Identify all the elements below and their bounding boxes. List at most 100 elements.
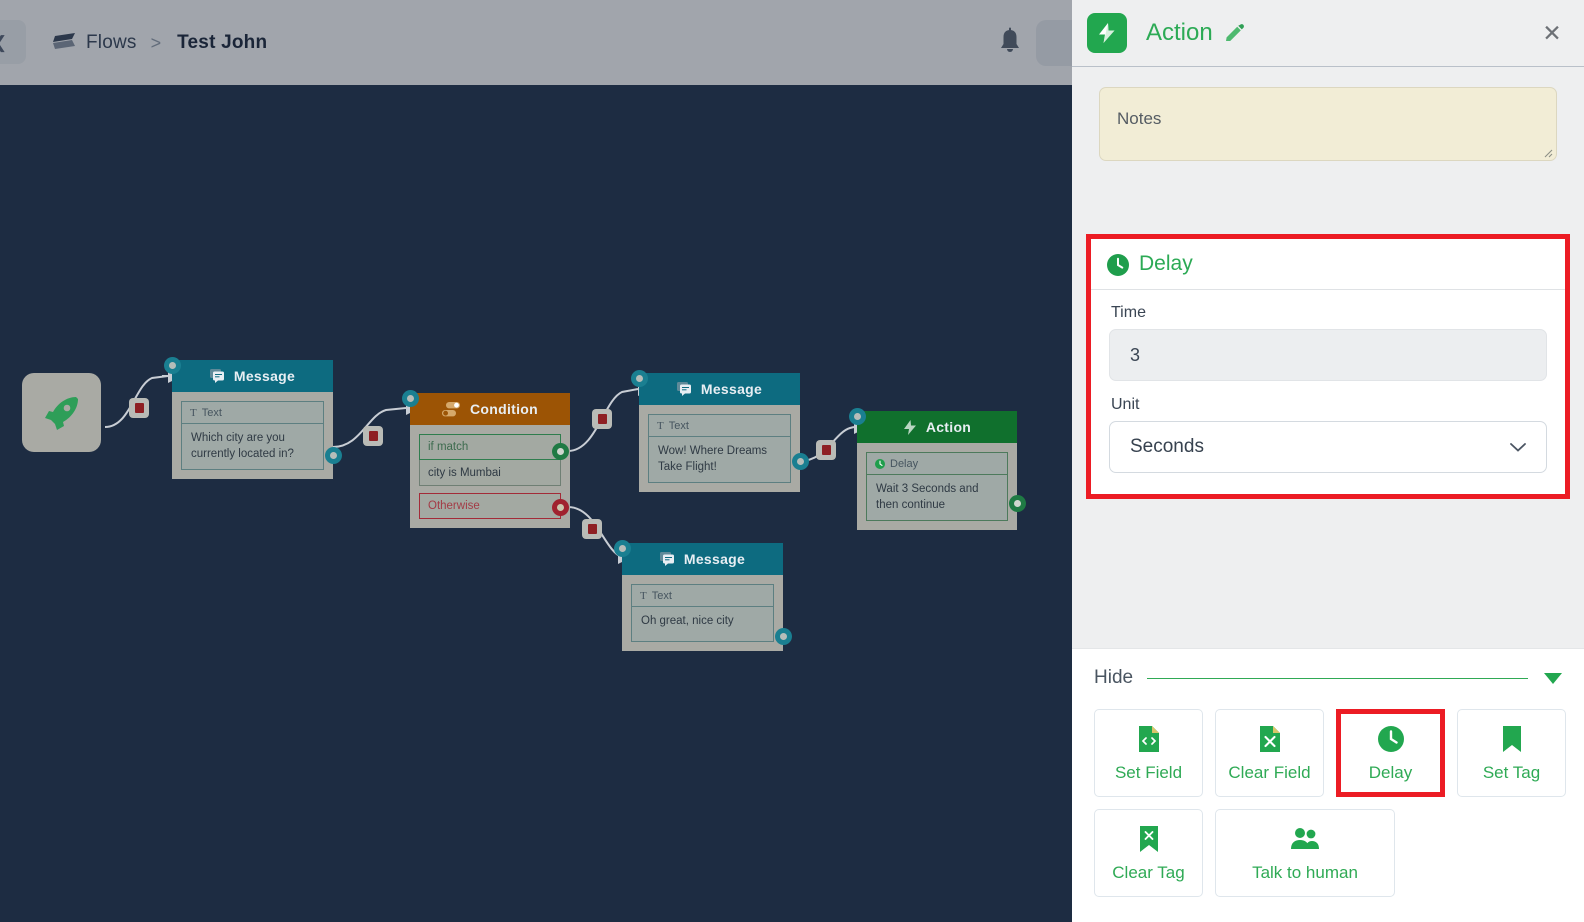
trash-icon: [821, 445, 831, 455]
node-output-port[interactable]: [1009, 495, 1026, 512]
flow-logo-icon: [52, 31, 78, 53]
time-input[interactable]: 3: [1109, 329, 1547, 381]
node-input-port[interactable]: [614, 540, 631, 557]
edge-delete-button[interactable]: [582, 519, 602, 539]
node-field-label: Text: [201, 406, 222, 419]
text-icon: T: [657, 419, 664, 432]
breadcrumb: Flows > Test John: [86, 29, 267, 57]
close-button[interactable]: ✕: [1538, 19, 1566, 47]
node-title: Message: [233, 368, 296, 384]
edge-delete-button[interactable]: [816, 440, 836, 460]
condition-output-port-match[interactable]: [552, 443, 569, 460]
node-output-port[interactable]: [792, 453, 809, 470]
clock-icon: [875, 458, 885, 469]
node-field-label-row: Delay: [867, 453, 1007, 475]
notes-textarea[interactable]: Notes: [1099, 87, 1557, 161]
rocket-icon: [44, 396, 78, 430]
node-input-port[interactable]: [164, 357, 181, 374]
node-header: Condition: [410, 393, 570, 425]
picker-button-label: Clear Tag: [1112, 862, 1185, 882]
picker-button-talk-to-human[interactable]: Talk to human: [1215, 809, 1395, 897]
node-field-label: Text: [668, 419, 689, 432]
edge-delete-button[interactable]: [363, 426, 383, 446]
edge-delete-button[interactable]: [592, 409, 612, 429]
trash-icon: [597, 414, 607, 424]
panel-title: Action: [1146, 19, 1213, 46]
chevron-left-icon: ❮: [0, 33, 7, 53]
node-header: Action: [857, 411, 1017, 443]
notes-placeholder: Notes: [1117, 109, 1162, 128]
node-output-port[interactable]: [325, 447, 342, 464]
node-field[interactable]: Delay Wait 3 Seconds and then continue: [866, 452, 1008, 522]
node-body: T Text Oh great, nice city: [622, 575, 783, 651]
time-label: Time: [1111, 304, 1146, 321]
clock-icon: [1376, 724, 1406, 754]
unit-select[interactable]: Seconds: [1109, 421, 1547, 473]
clock-icon: [1107, 254, 1129, 276]
node-input-port[interactable]: [631, 370, 648, 387]
node-title: Action: [925, 419, 972, 435]
panel-header: Action ✕: [1072, 0, 1584, 67]
condition-output-port-otherwise[interactable]: [552, 499, 569, 516]
trash-icon: [368, 431, 378, 441]
picker-button-clear-field[interactable]: Clear Field: [1215, 709, 1324, 797]
node-body: if match city is Mumbai Otherwise: [410, 425, 570, 528]
node-field[interactable]: T Text Which city are you currently loca…: [181, 401, 324, 471]
picker-button-set-tag[interactable]: Set Tag: [1457, 709, 1566, 797]
flow-node-condition[interactable]: Condition if match city is Mumbai Otherw…: [402, 390, 570, 528]
flow-node-message-2[interactable]: Message T Text Wow! Where Dreams Take Fl…: [631, 370, 809, 493]
node-field-label: Text: [651, 589, 672, 602]
node-input-port[interactable]: [402, 390, 419, 407]
resize-grip-icon[interactable]: [1540, 145, 1553, 158]
sidebar-toggle-button[interactable]: ❮: [0, 20, 26, 64]
account-chip[interactable]: [1036, 20, 1072, 66]
people-icon: [1290, 824, 1320, 854]
node-field-label-row: T Text: [632, 585, 773, 607]
flow-node-message-1[interactable]: Message T Text Which city are you curren…: [164, 357, 342, 480]
breadcrumb-item-flows[interactable]: Flows: [86, 32, 151, 54]
node-field-label: Delay: [890, 457, 919, 470]
node-field-label-row: T Text: [649, 415, 790, 437]
flow-start-node[interactable]: [22, 373, 101, 452]
delay-config-card: Delay Time 3 Unit Seconds: [1086, 234, 1570, 499]
picker-button-set-field[interactable]: Set Field: [1094, 709, 1203, 797]
node-title: Message: [700, 381, 763, 397]
caret-down-icon[interactable]: [1544, 672, 1562, 684]
notification-bell-button[interactable]: [995, 26, 1025, 58]
condition-match-label: if match: [419, 434, 561, 460]
bolt-icon: [903, 419, 916, 435]
message-icon: [209, 369, 224, 383]
node-body: T Text Wow! Where Dreams Take Flight!: [639, 405, 800, 493]
file-code-icon: [1134, 724, 1164, 754]
picker-button-label: Clear Field: [1228, 762, 1311, 782]
picker-button-delay[interactable]: Delay: [1336, 709, 1445, 797]
flow-node-message-3[interactable]: Message T Text Oh great, nice city: [614, 540, 792, 651]
delay-card-header: Delay: [1091, 239, 1565, 290]
flow-canvas[interactable]: Message T Text Which city are you curren…: [0, 85, 1072, 922]
panel-edit-button[interactable]: [1222, 20, 1246, 44]
app-root: ❮ Flows > Test John: [0, 0, 1072, 922]
picker-button-clear-tag[interactable]: Clear Tag: [1094, 809, 1203, 897]
node-field[interactable]: T Text Oh great, nice city: [631, 584, 774, 642]
node-input-port[interactable]: [849, 408, 866, 425]
flow-node-action[interactable]: Action Delay Wait 3 Seconds and then con…: [849, 408, 1026, 531]
node-field[interactable]: T Text Wow! Where Dreams Take Flight!: [648, 414, 791, 484]
condition-match-value[interactable]: city is Mumbai: [419, 460, 561, 486]
text-icon: T: [190, 406, 197, 419]
node-title: Message: [683, 551, 746, 567]
picker-grid: Set Field Clear Field Delay Set Tag Clea…: [1094, 709, 1566, 897]
message-icon: [676, 382, 691, 396]
picker-hide-row[interactable]: Hide: [1094, 663, 1562, 693]
picker-button-label: Set Tag: [1482, 762, 1541, 782]
notification-bell-icon: [1001, 27, 1019, 52]
node-field-value: Which city are you currently located in?: [191, 432, 294, 460]
node-header: Message: [639, 373, 800, 405]
bookmark-x-icon: [1134, 824, 1164, 854]
picker-divider: [1147, 677, 1528, 679]
edge-delete-button[interactable]: [129, 398, 149, 418]
unit-label: Unit: [1111, 396, 1140, 413]
panel-body: Notes Delay Time 3 Unit Seconds: [1072, 67, 1584, 648]
node-field-value: Wait 3 Seconds and then continue: [876, 483, 979, 511]
node-output-port[interactable]: [775, 628, 792, 645]
top-bar: ❮ Flows > Test John: [0, 0, 1072, 85]
